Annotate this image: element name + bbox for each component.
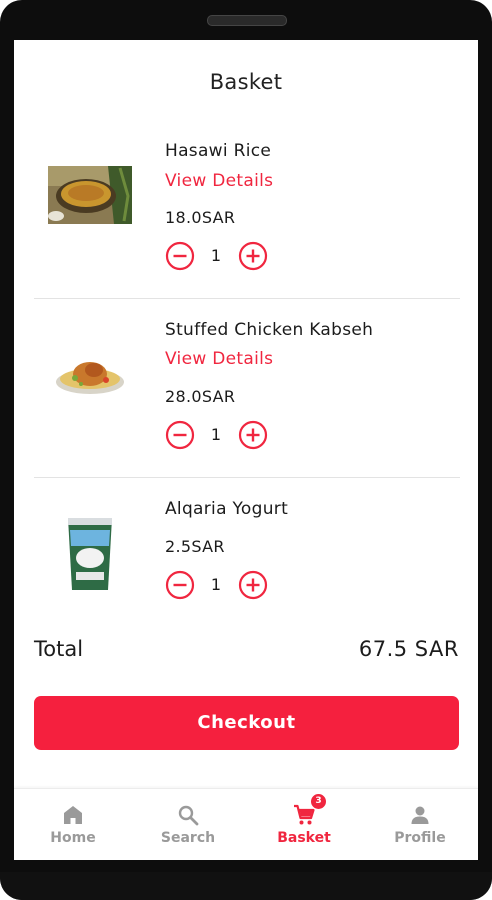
nav-label: Basket xyxy=(277,830,331,846)
home-icon xyxy=(62,804,84,826)
product-image-alqaria-yogurt xyxy=(64,516,116,592)
product-price: 2.5SAR xyxy=(165,537,225,556)
quantity-value: 1 xyxy=(210,246,222,265)
product-name: Hasawi Rice xyxy=(165,141,272,161)
view-details-link[interactable]: View Details xyxy=(165,349,273,369)
product-name: Alqaria Yogurt xyxy=(165,499,289,519)
nav-item-profile[interactable]: Profile xyxy=(362,789,478,860)
search-icon xyxy=(177,804,199,826)
phone-bottom-bezel xyxy=(0,872,492,900)
app-screen: Basket Hasawi Rice View Details 18.0SAR xyxy=(14,40,478,860)
plus-circle-icon[interactable] xyxy=(238,420,268,450)
minus-circle-icon[interactable] xyxy=(165,420,195,450)
total-value: 67.5 SAR xyxy=(358,637,459,661)
product-image-hasawi-rice xyxy=(48,166,132,224)
minus-circle-icon[interactable] xyxy=(165,570,195,600)
product-price: 28.0SAR xyxy=(165,387,236,406)
speaker-grille xyxy=(207,15,287,26)
nav-item-search[interactable]: Search xyxy=(130,789,246,860)
checkout-button[interactable]: Checkout xyxy=(34,696,459,750)
person-icon xyxy=(409,804,431,826)
product-name: Stuffed Chicken Kabseh xyxy=(165,320,374,340)
bottom-nav: Home Search 3 Basket Profile xyxy=(14,788,478,860)
minus-circle-icon[interactable] xyxy=(165,241,195,271)
view-details-link[interactable]: View Details xyxy=(165,171,273,191)
cart-count-badge: 3 xyxy=(311,794,326,809)
quantity-value: 1 xyxy=(210,575,222,594)
product-image-chicken-kabseh xyxy=(48,344,132,402)
nav-label: Profile xyxy=(394,830,446,846)
nav-label: Home xyxy=(50,830,96,846)
item-divider xyxy=(34,477,460,478)
item-divider xyxy=(34,298,460,299)
nav-label: Search xyxy=(160,830,216,846)
product-price: 18.0SAR xyxy=(165,208,236,227)
phone-frame: Basket Hasawi Rice View Details 18.0SAR xyxy=(0,0,492,900)
page-title: Basket xyxy=(209,70,283,94)
quantity-stepper: 1 xyxy=(165,420,275,450)
nav-item-basket[interactable]: 3 Basket xyxy=(246,789,362,860)
quantity-stepper: 1 xyxy=(165,241,275,271)
quantity-stepper: 1 xyxy=(165,570,275,600)
plus-circle-icon[interactable] xyxy=(238,241,268,271)
total-label: Total xyxy=(34,637,84,661)
quantity-value: 1 xyxy=(210,425,222,444)
nav-item-home[interactable]: Home xyxy=(15,789,131,860)
plus-circle-icon[interactable] xyxy=(238,570,268,600)
cart-icon xyxy=(293,804,315,826)
